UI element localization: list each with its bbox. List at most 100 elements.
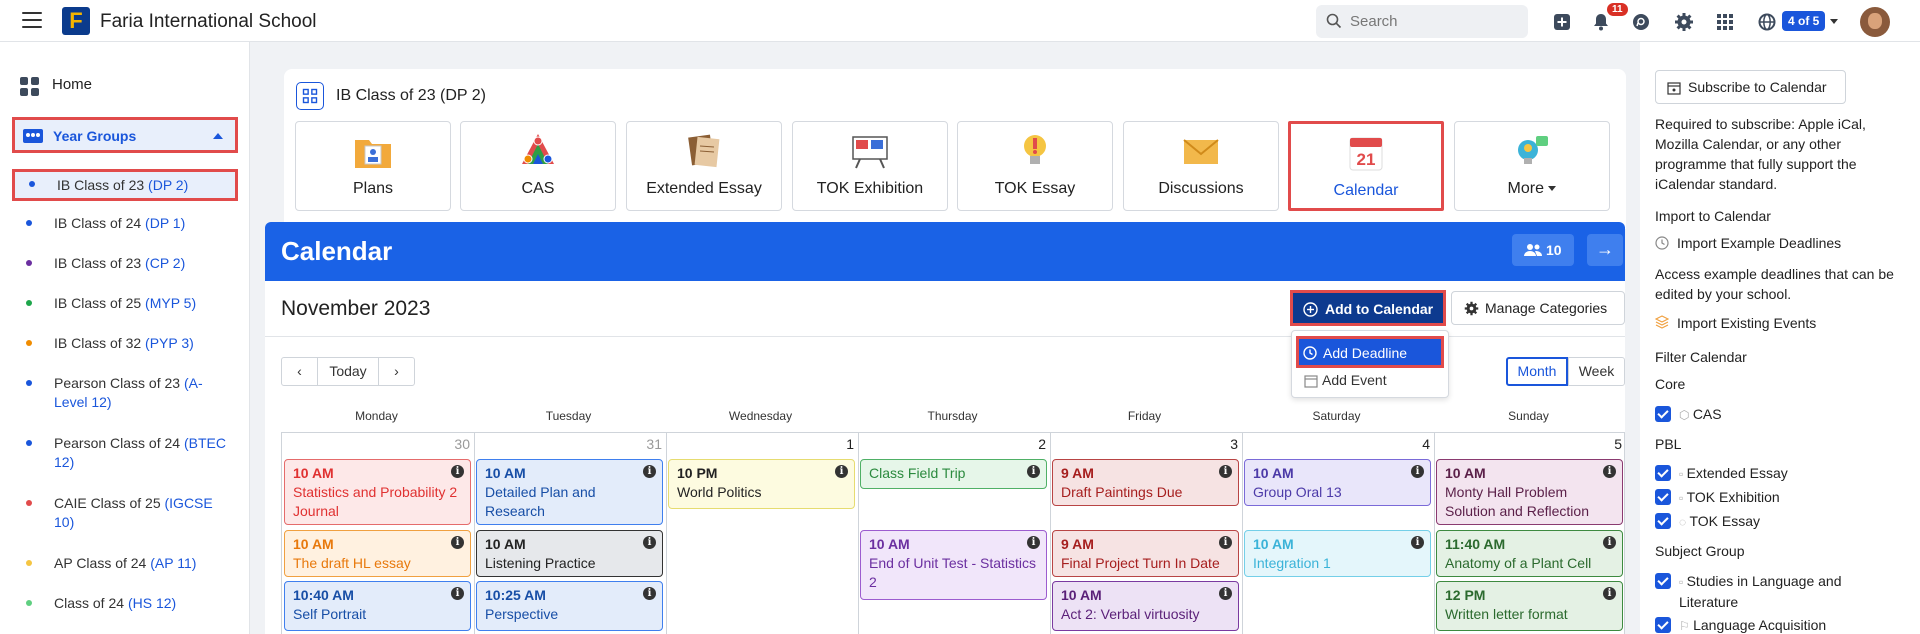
- calendar-event[interactable]: 9 AM Draft Paintings Due i: [1052, 459, 1239, 506]
- grid-line: [666, 432, 667, 634]
- info-icon[interactable]: i: [1603, 587, 1616, 600]
- info-icon[interactable]: i: [1027, 465, 1040, 478]
- school-logo[interactable]: F: [62, 7, 90, 35]
- weekday-header: Sunday: [1508, 409, 1549, 423]
- avatar[interactable]: [1860, 7, 1890, 37]
- sidebar-year-groups[interactable]: Year Groups: [12, 117, 238, 153]
- info-icon[interactable]: i: [835, 465, 848, 478]
- filter-checkbox-tok-exhibition[interactable]: [1655, 489, 1671, 505]
- tile-tok-essay[interactable]: TOK Essay: [957, 121, 1113, 211]
- info-icon[interactable]: i: [1219, 587, 1232, 600]
- info-icon[interactable]: i: [1027, 536, 1040, 549]
- account-switch-badge[interactable]: 4 of 5: [1782, 11, 1826, 31]
- info-icon[interactable]: i: [451, 465, 464, 478]
- calendar-event[interactable]: 10 AM Listening Practice i: [476, 530, 663, 577]
- calendar-event[interactable]: 10 AM The draft HL essay i: [284, 530, 471, 577]
- info-icon[interactable]: i: [451, 536, 464, 549]
- menu-icon[interactable]: [22, 12, 42, 30]
- sidebar-item-ib-class-23-cp2[interactable]: IB Class of 23 (CP 2): [12, 254, 238, 273]
- today-button[interactable]: Today: [317, 357, 379, 386]
- filter-checkbox-extended-essay[interactable]: [1655, 465, 1671, 481]
- calendar-event[interactable]: 12 PM Written letter format i: [1436, 581, 1623, 631]
- info-icon[interactable]: i: [451, 587, 464, 600]
- next-month-button[interactable]: ›: [378, 357, 415, 386]
- calendar-event[interactable]: 10 AM Integration 1 i: [1244, 530, 1431, 577]
- filter-checkbox-cas[interactable]: [1655, 406, 1671, 422]
- notification-count-badge: 11: [1607, 3, 1628, 16]
- filter-checkbox-studies-in-language[interactable]: [1655, 573, 1671, 589]
- event-time: 9 AM: [1061, 465, 1094, 481]
- filter-checkbox-language-acquisition[interactable]: [1655, 617, 1671, 633]
- class-dot-icon: [26, 220, 32, 226]
- tile-calendar[interactable]: 21 Calendar: [1288, 121, 1444, 211]
- calendar-event[interactable]: 11:40 AM Anatomy of a Plant Cell i: [1436, 530, 1623, 577]
- info-icon[interactable]: i: [1219, 465, 1232, 478]
- tile-tok-exhibition[interactable]: TOK Exhibition: [792, 121, 948, 211]
- calendar-event[interactable]: 10 PM World Politics i: [668, 459, 855, 509]
- apps-grid-icon[interactable]: [1715, 12, 1735, 32]
- search-placeholder: Search: [1350, 13, 1398, 30]
- grid-line: [474, 432, 475, 634]
- info-icon[interactable]: i: [1411, 465, 1424, 478]
- calendar-event[interactable]: 10 AM Act 2: Verbal virtuosity i: [1052, 581, 1239, 631]
- svg-text:21: 21: [1357, 150, 1376, 169]
- month-view-button[interactable]: Month: [1506, 357, 1568, 386]
- import-existing-events-link[interactable]: Import Existing Events: [1655, 315, 1816, 331]
- info-icon[interactable]: i: [1603, 536, 1616, 549]
- tile-extended-essay[interactable]: Extended Essay: [626, 121, 782, 211]
- manage-categories-button[interactable]: Manage Categories: [1451, 291, 1625, 325]
- calendar-event[interactable]: 10 AM Detailed Plan and Research i: [476, 459, 663, 525]
- tile-label: TOK Essay: [994, 180, 1076, 197]
- cube-icon: ⬡: [1679, 408, 1693, 422]
- bell-icon[interactable]: [1591, 12, 1611, 32]
- add-icon[interactable]: [1552, 12, 1572, 32]
- chevron-down-icon[interactable]: [1830, 19, 1838, 24]
- prev-month-button[interactable]: ‹: [281, 357, 318, 386]
- tile-more[interactable]: More: [1454, 121, 1610, 211]
- sidebar-item-ib-class-32-pyp3[interactable]: IB Class of 32 (PYP 3): [12, 334, 238, 353]
- filter-checkbox-tok-essay[interactable]: [1655, 513, 1671, 529]
- arrow-right-icon[interactable]: →: [1587, 234, 1623, 266]
- sidebar-item-pearson-class-23[interactable]: Pearson Class of 23 (A-Level 12): [12, 374, 238, 412]
- sidebar-item-caie-class-25[interactable]: CAIE Class of 25 (IGCSE 10): [12, 494, 238, 532]
- import-example-deadlines-link[interactable]: Import Example Deadlines: [1655, 235, 1841, 251]
- calendar-event[interactable]: 10 AM Statistics and Probability 2 Journa…: [284, 459, 471, 525]
- book-icon: ▫: [1679, 575, 1687, 589]
- school-name[interactable]: Faria International School: [100, 11, 317, 33]
- sidebar-item-ap-class-24[interactable]: AP Class of 24 (AP 11): [12, 554, 238, 573]
- members-button[interactable]: 10: [1512, 234, 1574, 266]
- sidebar-item-ib-class-23-dp2[interactable]: IB Class of 23 (DP 2): [12, 169, 238, 201]
- add-deadline-menu-item[interactable]: Add Deadline: [1296, 336, 1444, 368]
- sidebar-item-pearson-class-24[interactable]: Pearson Class of 24 (BTEC 12): [12, 434, 238, 472]
- globe-icon[interactable]: [1757, 12, 1777, 32]
- chat-icon[interactable]: [1631, 12, 1651, 32]
- tile-discussions[interactable]: Discussions: [1123, 121, 1279, 211]
- sidebar-item-class-24-hs12[interactable]: Class of 24 (HS 12): [12, 594, 238, 613]
- search-input[interactable]: Search: [1316, 5, 1528, 38]
- calendar-event[interactable]: 10 AM Group Oral 13 i: [1244, 459, 1431, 506]
- gear-icon[interactable]: [1674, 12, 1694, 32]
- calendar-event[interactable]: 10:25 AM Perspective i: [476, 581, 663, 631]
- info-icon[interactable]: i: [1411, 536, 1424, 549]
- week-view-button[interactable]: Week: [1568, 357, 1625, 386]
- weekday-header: Monday: [355, 409, 398, 423]
- calendar-event[interactable]: Class Field Trip i: [860, 459, 1047, 489]
- subscribe-to-calendar-button[interactable]: Subscribe to Calendar: [1655, 70, 1846, 104]
- tile-cas[interactable]: CAS: [460, 121, 616, 211]
- calendar-event[interactable]: 10:40 AM Self Portrait i: [284, 581, 471, 631]
- sidebar-item-home[interactable]: Home: [20, 76, 92, 96]
- tile-plans[interactable]: Plans: [295, 121, 451, 211]
- info-icon[interactable]: i: [1219, 536, 1232, 549]
- info-icon[interactable]: i: [643, 587, 656, 600]
- info-icon[interactable]: i: [1603, 465, 1616, 478]
- year-groups-icon: [23, 129, 43, 143]
- add-to-calendar-button[interactable]: Add to Calendar: [1290, 290, 1446, 326]
- calendar-event[interactable]: 10 AM End of Unit Test - Statistics 2 i: [860, 530, 1047, 600]
- calendar-event[interactable]: 10 AM Monty Hall Problem Solution and Ref…: [1436, 459, 1623, 525]
- sidebar-item-ib-class-25-myp5[interactable]: IB Class of 25 (MYP 5): [12, 294, 238, 313]
- calendar-event[interactable]: 9 AM Final Project Turn In Date i: [1052, 530, 1239, 577]
- info-icon[interactable]: i: [643, 465, 656, 478]
- chevron-up-icon[interactable]: [213, 133, 223, 139]
- sidebar-item-ib-class-24-dp1[interactable]: IB Class of 24 (DP 1): [12, 214, 238, 233]
- info-icon[interactable]: i: [643, 536, 656, 549]
